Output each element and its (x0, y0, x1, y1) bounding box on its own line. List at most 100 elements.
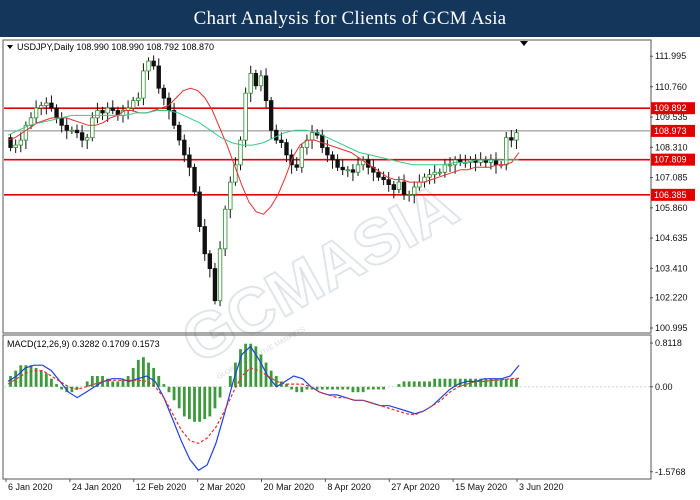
price-tick-label: 104.635 (655, 233, 688, 243)
candle-up (238, 139, 243, 166)
candle-up (345, 169, 351, 172)
candle-down (340, 166, 345, 171)
candle-down (381, 176, 386, 181)
candle-up (258, 75, 264, 87)
x-tick-label: 20 Mar 2020 (264, 482, 315, 492)
candle-up (406, 194, 412, 196)
candle-down (335, 159, 340, 168)
x-tick-label: 8 Apr 2020 (327, 482, 371, 492)
candle-up (136, 97, 141, 101)
price-header: USDJPY,Daily 108.990 108.990 108.792 108… (7, 42, 214, 52)
candle-up (33, 107, 39, 119)
candle-down (493, 159, 499, 166)
x-tick-label: 15 May 2020 (455, 482, 507, 492)
price-tick-label: 107.085 (655, 173, 688, 183)
price-tick-label: 111.995 (655, 51, 686, 61)
candle-up (299, 147, 305, 168)
candle-up (13, 144, 18, 148)
candle-down (79, 132, 85, 141)
x-tick-label: 3 Jun 2020 (519, 482, 564, 492)
macd-tick-label: 0.00 (655, 382, 673, 392)
candle-up (39, 105, 44, 109)
banner: Chart Analysis for Clients of GCM Asia (0, 0, 700, 37)
candle-down (151, 60, 156, 67)
candle-down (294, 164, 299, 168)
candle-up (95, 110, 100, 119)
price-tick-label: 110.760 (655, 82, 687, 92)
candle-down (350, 169, 356, 173)
price-tick-label: 103.410 (655, 263, 688, 273)
candle-down (100, 110, 105, 114)
level-label: 107.809 (654, 155, 687, 165)
level-label: 106.385 (654, 190, 687, 200)
candle-up (131, 100, 136, 109)
candle-up (248, 73, 253, 94)
price-tick-label: 105.860 (655, 203, 688, 213)
current-price-label: 108.973 (654, 126, 687, 136)
candle-down (64, 124, 69, 131)
candle-down (156, 65, 161, 89)
x-tick-label: 6 Jan 2020 (8, 482, 53, 492)
x-tick-label: 24 Jan 2020 (72, 482, 122, 492)
candle-down (279, 139, 284, 143)
macd-tick-label: -1.5768 (655, 467, 686, 477)
candle-down (197, 191, 202, 227)
candle-up (217, 248, 223, 302)
page-title: Chart Analysis for Clients of GCM Asia (193, 7, 507, 29)
candle-up (90, 117, 95, 139)
candle-up (243, 92, 248, 141)
candle-down (212, 268, 218, 302)
candle-down (182, 139, 187, 156)
candle-down (386, 179, 391, 185)
candle-up (222, 208, 228, 250)
price-tick-label: 100.995 (655, 323, 688, 333)
candle-down (202, 226, 207, 255)
candle-down (49, 102, 54, 109)
candle-up (432, 171, 437, 176)
candle-down (274, 129, 279, 141)
candle-up (309, 132, 315, 141)
candle-up (105, 107, 110, 114)
candle-down (325, 147, 330, 156)
candle-up (85, 137, 90, 141)
candle-up (412, 186, 417, 195)
macd-tick-label: 0.8118 (655, 338, 682, 348)
level-label: 109.892 (654, 103, 687, 113)
candle-up (228, 181, 233, 210)
candle-up (18, 139, 23, 146)
candle-up (44, 102, 49, 106)
candle-up (447, 164, 453, 167)
price-header-text: USDJPY,Daily 108.990 108.990 108.792 108… (17, 42, 214, 52)
chart-area[interactable]: GCMASIA GLOBAL CREATIVE MARKETS USDJPY,D… (0, 37, 700, 500)
x-tick-label: 27 Apr 2020 (391, 482, 440, 492)
candle-down (320, 134, 325, 148)
candle-down (253, 73, 259, 87)
candle-up (141, 70, 146, 99)
candle-down (268, 100, 274, 131)
candle-down (376, 171, 381, 178)
candle-down (54, 107, 59, 119)
price-tick-label: 102.220 (655, 293, 688, 303)
candle-down (59, 117, 64, 126)
candle-down (391, 184, 396, 190)
candle-up (69, 129, 75, 132)
candle-up (437, 171, 442, 174)
candle-down (187, 154, 192, 168)
candle-up (396, 181, 402, 190)
candle-up (514, 132, 519, 141)
price-tick-label: 108.310 (655, 142, 688, 152)
candle-down (509, 137, 514, 141)
candle-up (442, 164, 448, 173)
macd-header-text: MACD(12,26,9) 0.3282 0.1709 0.1573 (7, 339, 160, 349)
candle-down (330, 154, 335, 161)
x-tick-label: 2 Mar 2020 (200, 482, 246, 492)
candle-down (401, 181, 407, 195)
candle-up (146, 60, 151, 72)
candle-down (161, 87, 167, 99)
x-tick-label: 12 Feb 2020 (136, 482, 187, 492)
candle-up (355, 164, 361, 173)
candle-up (504, 137, 509, 166)
candle-down (192, 166, 197, 193)
candle-down (207, 253, 213, 269)
candle-down (74, 129, 80, 134)
